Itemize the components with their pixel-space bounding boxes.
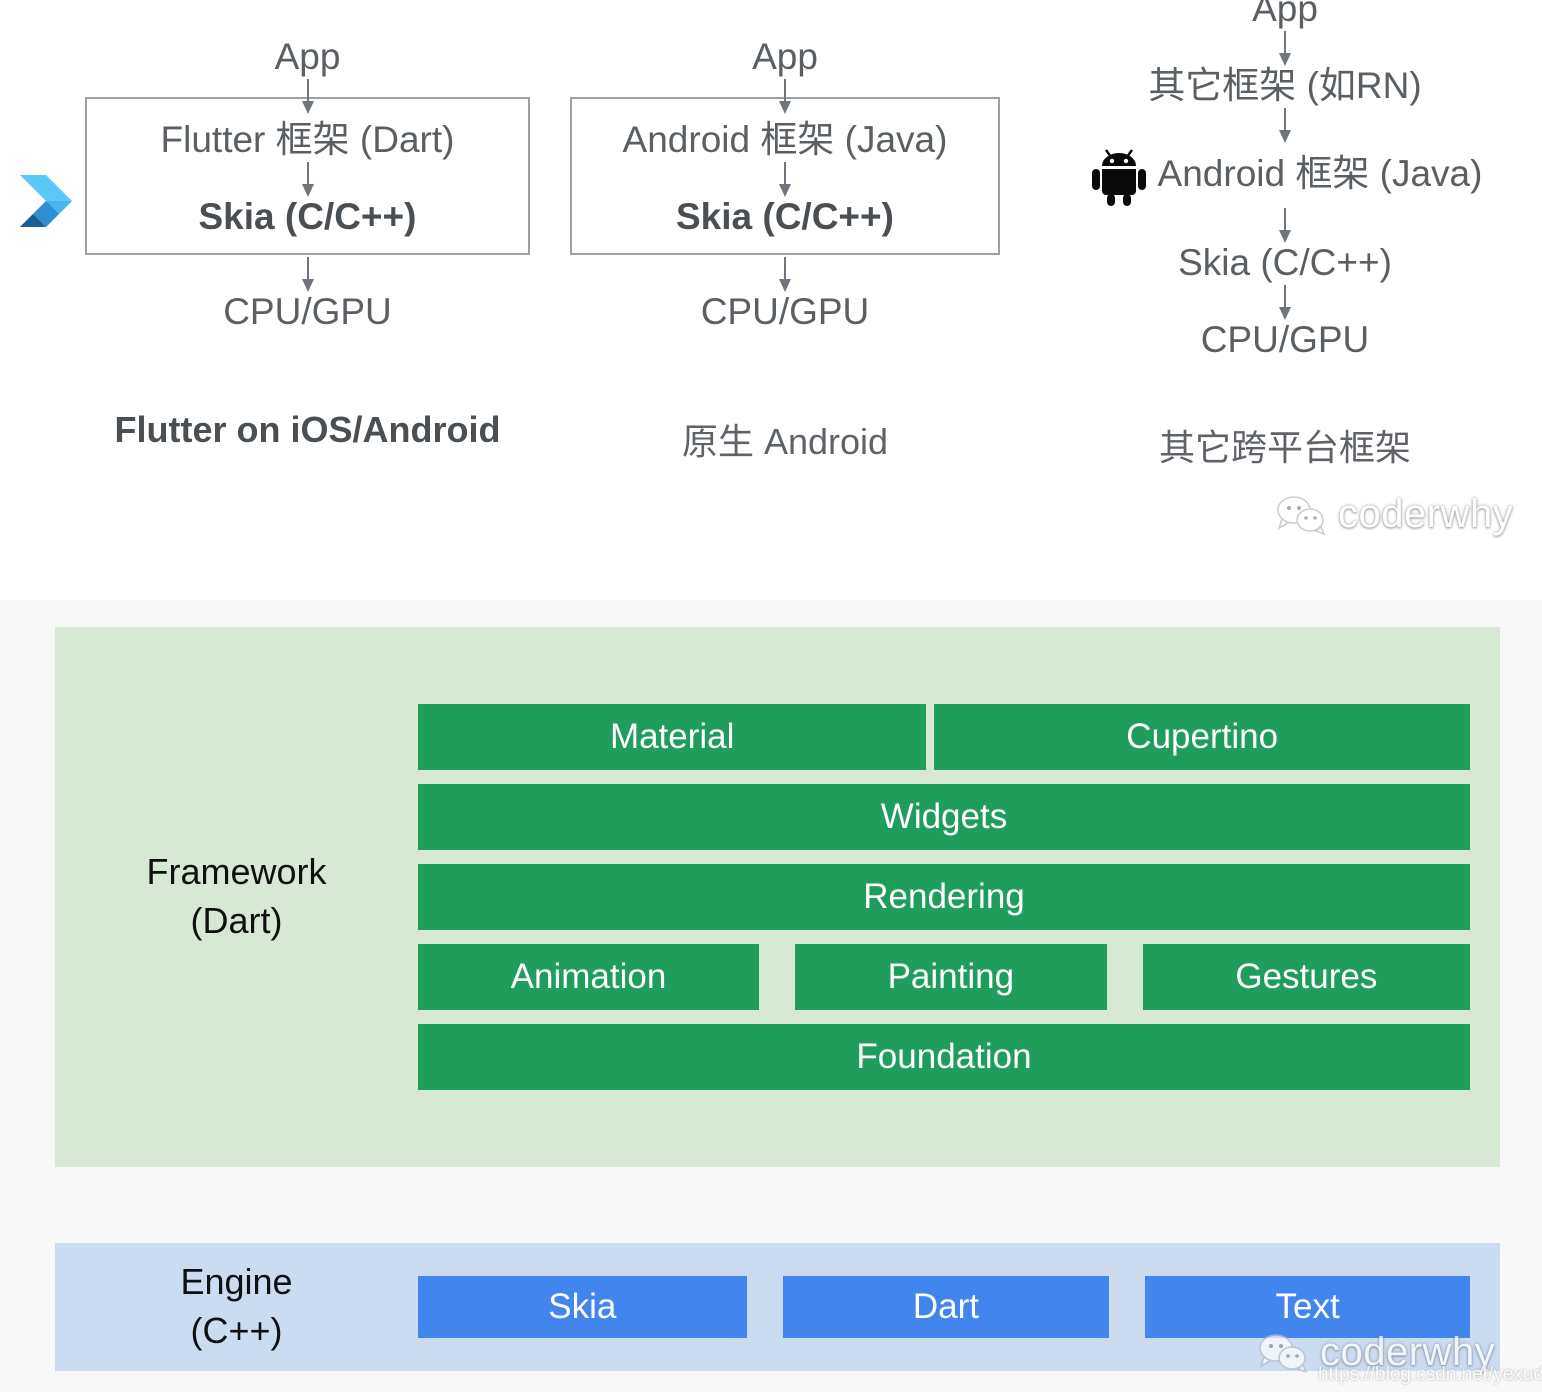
wechat-icon — [1277, 495, 1326, 535]
bar-text[interactable]: Text — [1145, 1276, 1471, 1338]
bar-animation[interactable]: Animation — [418, 944, 759, 1010]
other-android-row: Android 框架 (Java) — [1035, 144, 1535, 206]
framework-row-1: Material Cupertino — [418, 704, 1470, 770]
bar-cupertino[interactable]: Cupertino — [934, 704, 1470, 770]
other-skia-label: Skia (C/C++) — [1178, 241, 1392, 283]
arrow-down-icon — [572, 160, 998, 198]
flutter-skia-label: Skia (C/C++) — [198, 195, 417, 237]
flutter-caption: Flutter on iOS/Android — [114, 409, 501, 451]
arrow-down-icon — [570, 255, 1000, 293]
bar-material[interactable]: Material — [418, 704, 927, 770]
watermark-coderwhy-top: coderwhy — [1276, 492, 1513, 537]
arrow-down-icon — [85, 77, 530, 115]
arrow-down-icon — [570, 77, 1000, 115]
comparison-diagram: App Flutter 框架 (Dart) Skia (C/C++) CPU/G… — [0, 0, 1542, 600]
bar-skia[interactable]: Skia — [418, 1276, 747, 1338]
framework-row-5: Foundation — [418, 1024, 1470, 1090]
other-framework-label: 其它框架 (如RN) — [1148, 64, 1422, 106]
android-cpugpu-label: CPU/GPU — [700, 290, 870, 332]
arrow-down-icon — [1035, 106, 1535, 144]
framework-row-4: Animation Painting Gestures — [418, 944, 1471, 1010]
arrow-down-icon — [1035, 206, 1535, 244]
framework-row-2: Widgets — [418, 784, 1470, 850]
android-skia-label: Skia (C/C++) — [676, 195, 894, 237]
engine-row-1: Skia Dart Text — [418, 1276, 1471, 1338]
android-caption: 原生 Android — [681, 421, 889, 463]
flutter-app-label: App — [274, 36, 341, 77]
flutter-cpugpu-label: CPU/GPU — [223, 290, 392, 332]
bar-widgets[interactable]: Widgets — [418, 784, 1470, 850]
arrow-down-icon — [87, 160, 528, 198]
android-stack-box: Android 框架 (Java) Skia (C/C++) — [570, 96, 1000, 255]
bar-gestures[interactable]: Gestures — [1142, 944, 1471, 1010]
bar-rendering[interactable]: Rendering — [418, 864, 1470, 930]
flutter-logo-icon — [18, 155, 84, 247]
framework-title-line1: Framework — [146, 851, 327, 893]
engine-title-line2: (C++) — [190, 1310, 283, 1351]
android-robot-icon — [1088, 144, 1150, 206]
flutter-framework-label: Flutter 框架 (Dart) — [160, 118, 455, 160]
framework-layer-title: Framework (Dart) — [55, 848, 418, 945]
bar-painting[interactable]: Painting — [794, 944, 1107, 1010]
other-caption: 其它跨平台框架 — [1158, 427, 1411, 469]
engine-layer-panel: Engine (C++) Skia Dart Text — [55, 1243, 1500, 1371]
bar-dart[interactable]: Dart — [782, 1276, 1110, 1338]
android-framework-label: Android 框架 (Java) — [622, 118, 948, 160]
arrow-down-icon — [85, 255, 530, 293]
other-app-label: App — [1252, 0, 1318, 29]
flutter-stack-box: Flutter 框架 (Dart) Skia (C/C++) — [85, 96, 530, 255]
flutter-architecture-diagram: Framework (Dart) Material Cupertino Widg… — [0, 600, 1542, 1392]
column-native-android: App Android 框架 (Java) Skia (C/C++) CPU/G… — [570, 36, 1000, 465]
bar-foundation[interactable]: Foundation — [418, 1024, 1470, 1090]
watermark-brand-label: coderwhy — [1338, 492, 1514, 536]
other-android-framework-label: Android 框架 (Java) — [1157, 153, 1483, 195]
engine-layer-title: Engine (C++) — [55, 1258, 418, 1355]
framework-bar-rows: Material Cupertino Widgets Rendering Ani… — [418, 704, 1500, 1090]
column-flutter: App Flutter 框架 (Dart) Skia (C/C++) CPU/G… — [85, 36, 530, 451]
engine-title-line1: Engine — [180, 1261, 293, 1303]
column-other-cross-platform: App 其它框架 (如RN) Android 框架 (Java) Skia (C… — [1035, 0, 1535, 471]
android-app-label: App — [752, 36, 818, 77]
framework-layer-panel: Framework (Dart) Material Cupertino Widg… — [55, 627, 1500, 1167]
arrow-down-icon — [1035, 283, 1535, 321]
engine-bar-rows: Skia Dart Text — [418, 1276, 1500, 1338]
other-cpugpu-label: CPU/GPU — [1200, 318, 1370, 360]
arrow-down-icon — [1035, 29, 1535, 67]
framework-row-3: Rendering — [418, 864, 1470, 930]
framework-title-line2: (Dart) — [190, 900, 283, 941]
